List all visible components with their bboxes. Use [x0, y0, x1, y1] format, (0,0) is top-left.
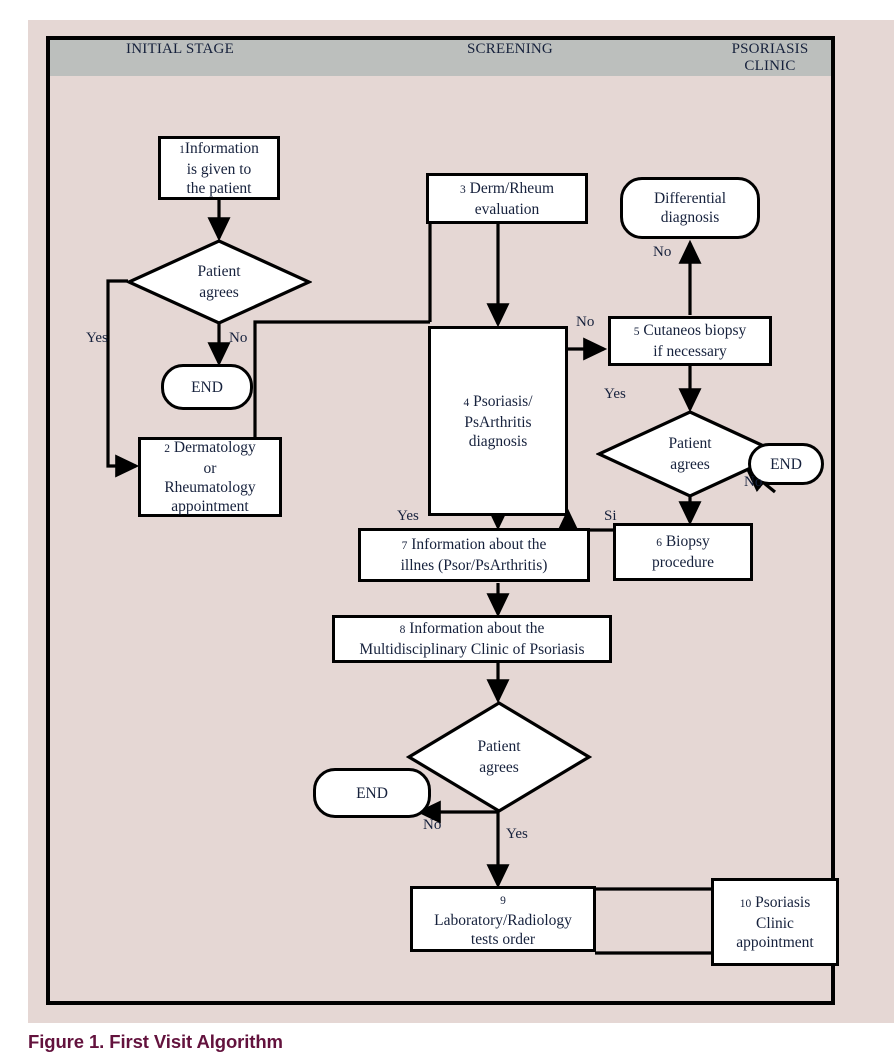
terminator-differential-diagnosis[interactable]: Differential diagnosis	[620, 177, 760, 239]
node-10-psoriasis-clinic-appointment[interactable]: 10 Psoriasis Clinic appointment	[711, 878, 839, 966]
node-6-biopsy-procedure[interactable]: 6 Biopsy procedure	[613, 523, 753, 581]
node-5-text: 5 Cutaneos biopsy if necessary	[633, 322, 747, 360]
node-9-laboratory-radiology-tests[interactable]: 9 Laboratory/Radiology tests order	[410, 886, 596, 952]
swimlane-header-psoriasis-clinic: PSORIASIS CLINIC	[731, 41, 809, 74]
node-10-number: 10	[739, 897, 752, 910]
edge-label-d2-si: Si	[604, 508, 617, 524]
figure-caption: Figure 1. First Visit Algorithm	[28, 1031, 283, 1052]
swimlane-header-screening: SCREENING	[467, 41, 553, 57]
terminator-end-3[interactable]: END	[313, 768, 431, 818]
edge-label-d2-no: No	[744, 474, 763, 490]
decision-1-label: Patient agrees	[197, 263, 241, 301]
decision-patient-agrees-1[interactable]: Patient agrees	[126, 238, 312, 326]
node-7-text: 7 Information about the illnes (Psor/PsA…	[400, 536, 548, 574]
edge-label-d3-yes: Yes	[506, 826, 528, 842]
edge-label-d1-yes: Yes	[86, 330, 108, 346]
node-2-dermatology-rheumatology-appointment[interactable]: 2 Dermatology or Rheumatology appointmen…	[138, 437, 282, 517]
decision-3-label: Patient agrees	[477, 738, 521, 776]
edge-label-differential-no: No	[653, 244, 672, 260]
edge-label-n4-no: No	[576, 314, 595, 330]
node-9-number: 9	[500, 894, 506, 907]
node-9-text: 9 Laboratory/Radiology tests order	[434, 894, 572, 948]
swimlane-header-initial-stage: INITIAL STAGE	[126, 41, 234, 57]
node-6-text: 6 Biopsy procedure	[652, 533, 714, 571]
edge-label-d3-no: No	[423, 817, 442, 833]
node-4-text: 4 Psoriasis/ PsArthritis diagnosis	[463, 392, 533, 450]
node-4-psoriasis-psarthritis-diagnosis[interactable]: 4 Psoriasis/ PsArthritis diagnosis	[428, 326, 568, 516]
node-3-derm-rheum-evaluation[interactable]: 3 Derm/Rheum evaluation	[426, 173, 588, 224]
terminator-end-1[interactable]: END	[161, 364, 253, 410]
node-7-information-about-illness[interactable]: 7 Information about the illnes (Psor/PsA…	[358, 528, 590, 582]
node-2-text: 2 Dermatology or Rheumatology appointmen…	[164, 439, 256, 515]
edge-label-d1-no: No	[229, 330, 248, 346]
node-5-cutaneous-biopsy[interactable]: 5 Cutaneos biopsy if necessary	[608, 316, 772, 366]
edge-label-n4-yes: Yes	[397, 508, 419, 524]
node-1-text: 1Information is given to the patient	[179, 139, 259, 197]
node-1-information-given[interactable]: 1Information is given to the patient	[158, 136, 280, 200]
edge-label-n5-yes: Yes	[604, 386, 626, 402]
node-8-text: 8 Information about the Multidisciplinar…	[359, 620, 585, 658]
node-8-information-multidisciplinary-clinic[interactable]: 8 Information about the Multidisciplinar…	[332, 615, 612, 663]
node-10-text: 10 Psoriasis Clinic appointment	[736, 893, 814, 951]
node-3-text: 3 Derm/Rheum evaluation	[460, 179, 554, 218]
figure-container: INITIAL STAGE SCREENING PSORIASIS CLINIC	[0, 0, 894, 1064]
decision-patient-agrees-3[interactable]: Patient agrees	[406, 700, 592, 814]
